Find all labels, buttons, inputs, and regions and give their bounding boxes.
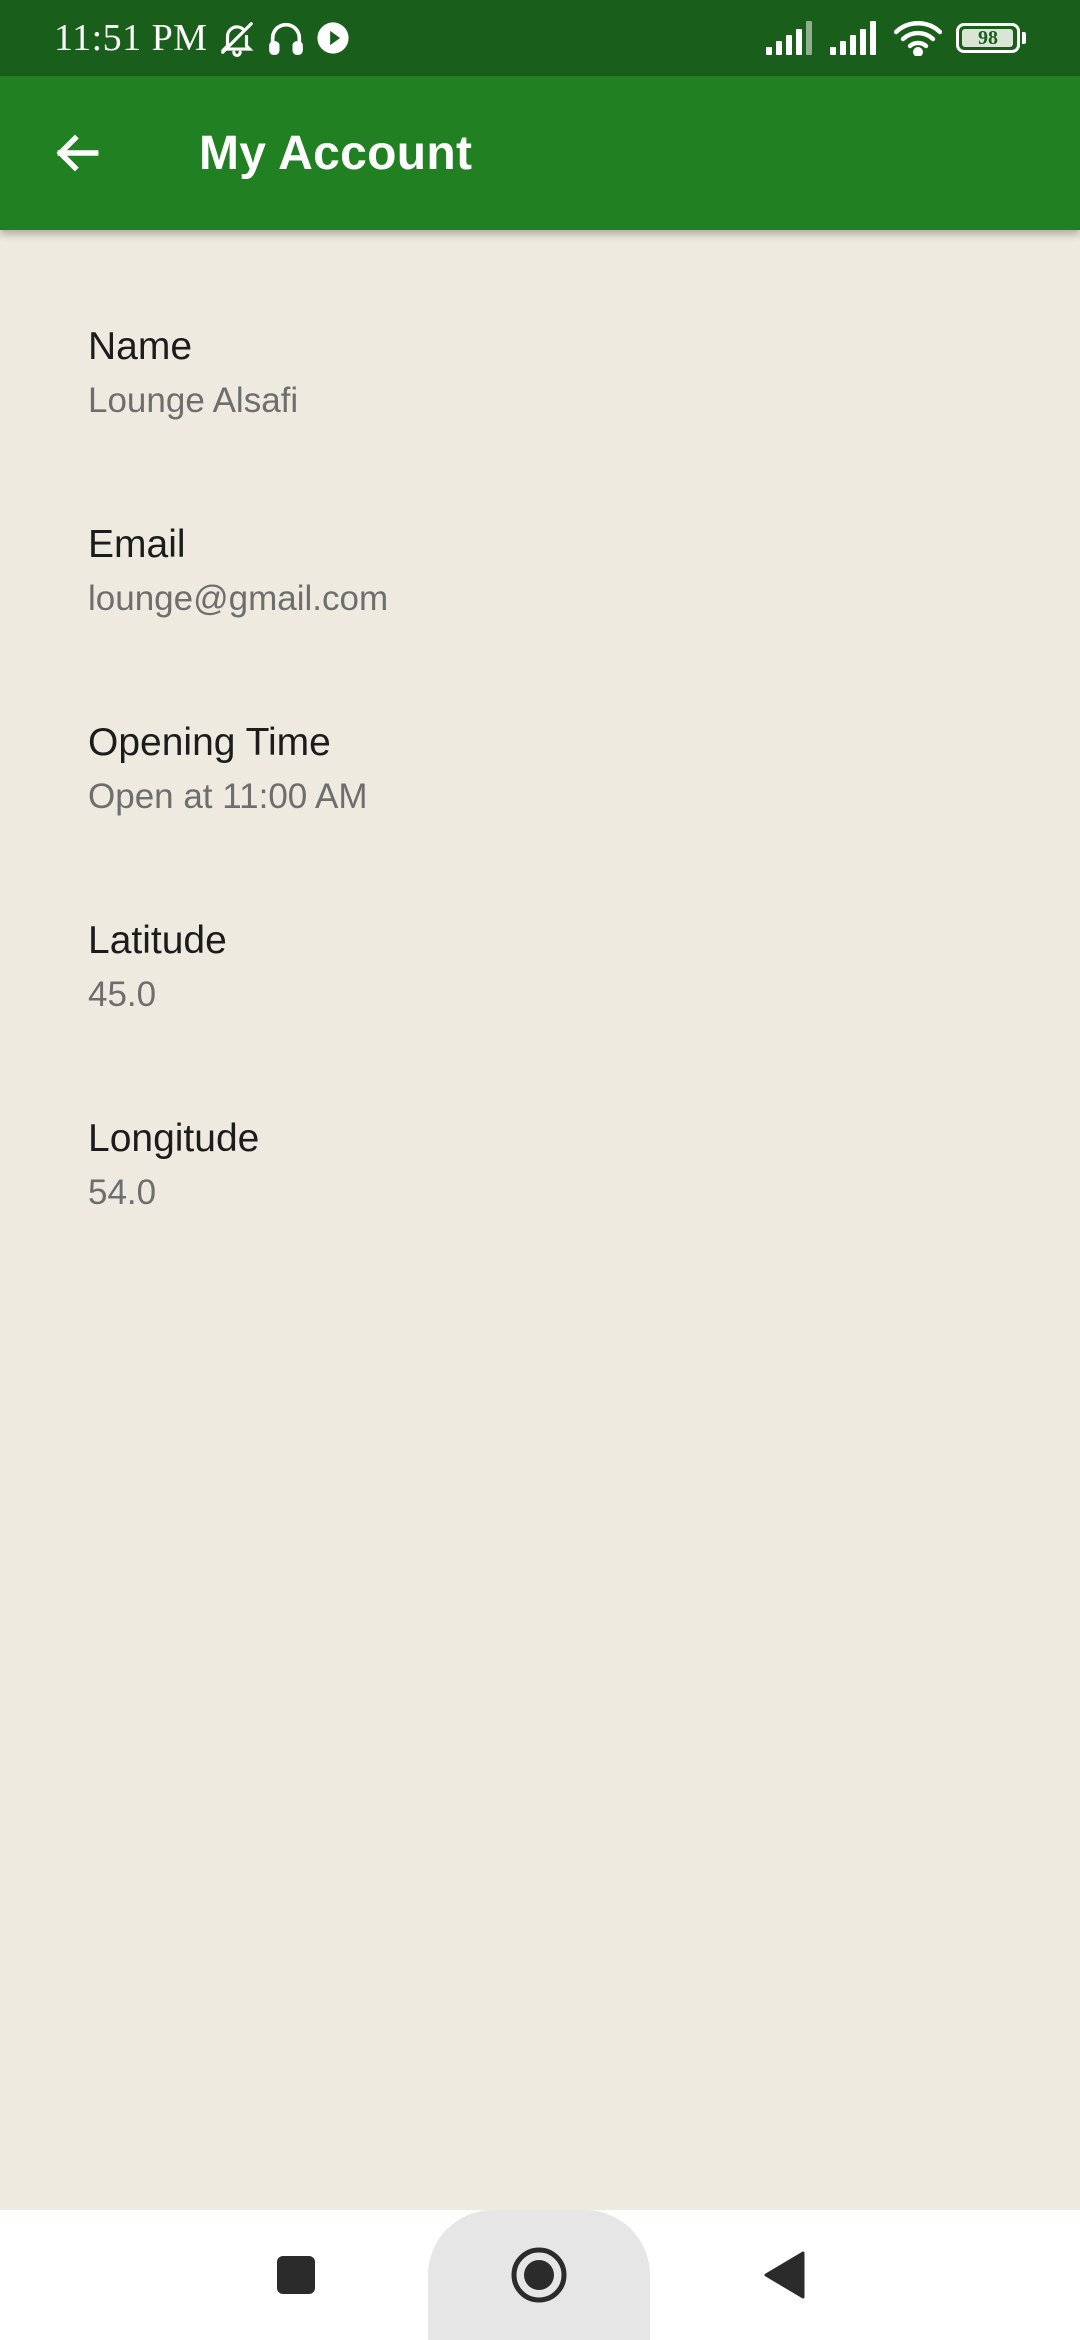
wifi-icon [894, 20, 942, 56]
headphones-icon [266, 18, 306, 58]
signal-icon [766, 21, 816, 55]
recents-icon [277, 2256, 315, 2294]
field-value: 45.0 [88, 975, 157, 1014]
app-bar: My Account [0, 76, 1080, 230]
system-back-button[interactable] [734, 2210, 834, 2340]
play-circle-icon [316, 21, 350, 55]
home-button[interactable] [428, 2210, 650, 2340]
signal-icon [830, 21, 880, 55]
account-details: Name Lounge Alsafi Email lounge@gmail.co… [0, 230, 1080, 1314]
field-value: Lounge Alsafi [88, 381, 299, 420]
longitude-field: Longitude 54.0 [88, 1116, 1080, 1314]
home-icon [511, 2247, 567, 2303]
system-nav-bar [0, 2210, 1080, 2340]
status-bar: 11:51 PM 98 [0, 0, 1080, 76]
field-label: Name [88, 325, 193, 368]
field-value: lounge@gmail.com [88, 579, 389, 618]
my-account-screen: 11:51 PM 98 My Account Name Lounge Alsaf… [0, 0, 1080, 2340]
recents-button[interactable] [246, 2210, 346, 2340]
battery-level: 98 [978, 26, 998, 49]
field-label: Longitude [88, 1117, 260, 1160]
email-field: Email lounge@gmail.com [88, 522, 1080, 720]
page-title: My Account [199, 126, 473, 180]
field-value: 54.0 [88, 1173, 157, 1212]
bell-off-icon [218, 19, 256, 57]
status-left: 11:51 PM [54, 16, 350, 60]
battery-icon: 98 [956, 23, 1026, 53]
back-triangle-icon [764, 2251, 805, 2299]
name-field: Name Lounge Alsafi [88, 324, 1080, 522]
opening-time-field: Opening Time Open at 11:00 AM [88, 720, 1080, 918]
battery-body: 98 [956, 23, 1020, 53]
status-time: 11:51 PM [54, 17, 208, 59]
field-label: Opening Time [88, 721, 331, 764]
latitude-field: Latitude 45.0 [88, 918, 1080, 1116]
field-label: Email [88, 523, 186, 566]
field-label: Latitude [88, 919, 227, 962]
status-right: 98 [766, 20, 1026, 56]
back-button[interactable] [0, 76, 154, 230]
arrow-left-icon [56, 134, 99, 172]
field-value: Open at 11:00 AM [88, 777, 368, 816]
